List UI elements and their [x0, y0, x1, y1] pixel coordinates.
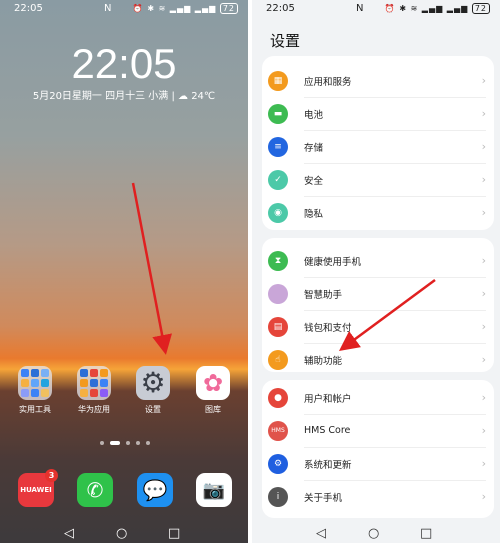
- annotation-overlay: [131, 182, 436, 355]
- annotation-arrow: [338, 278, 436, 351]
- annotation-arrow: [131, 182, 172, 355]
